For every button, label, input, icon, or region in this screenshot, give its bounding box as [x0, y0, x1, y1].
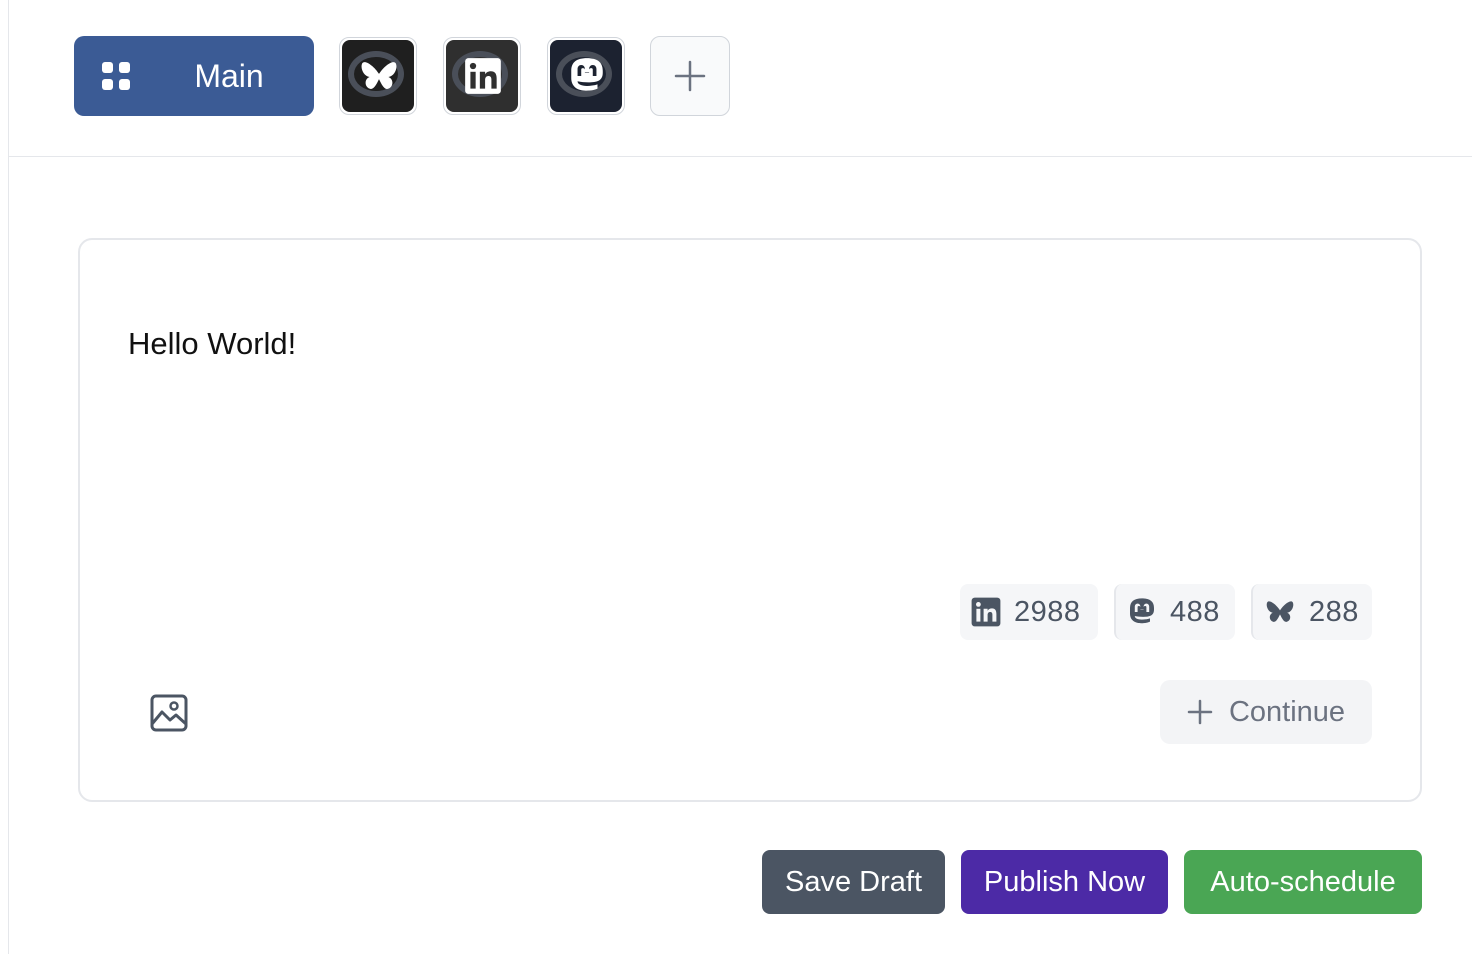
publish-now-button[interactable]: Publish Now [961, 850, 1168, 914]
add-account-button[interactable] [650, 36, 730, 116]
mastodon-char-counter: 488 [1114, 584, 1235, 640]
continue-label: Continue [1228, 695, 1346, 728]
linkedin-account-button[interactable] [443, 37, 521, 115]
continue-thread-button[interactable]: Continue [1160, 680, 1372, 744]
image-icon [150, 694, 188, 732]
grid-icon [102, 62, 130, 90]
mastodon-char-count: 488 [1170, 595, 1220, 628]
insert-media-button[interactable] [150, 694, 188, 732]
butterfly-icon [1266, 601, 1294, 622]
bluesky-char-count: 288 [1309, 595, 1359, 628]
main-tab-label: Main [194, 57, 264, 94]
linkedin-char-counter: 2988 [960, 584, 1098, 640]
plus-icon [674, 60, 706, 92]
main-tab[interactable]: Main [74, 36, 314, 116]
editor-text[interactable]: Hello World! [128, 326, 296, 362]
mastodon-icon [1130, 598, 1154, 624]
auto-schedule-button[interactable]: Auto-schedule [1184, 850, 1422, 914]
save-draft-button[interactable]: Save Draft [762, 850, 945, 914]
bluesky-account-button[interactable] [339, 37, 417, 115]
linkedin-icon [465, 58, 501, 94]
bluesky-char-counter: 288 [1251, 584, 1372, 640]
post-editor[interactable]: Hello World! 2988 488 288 Continue [78, 238, 1422, 802]
linkedin-icon [971, 597, 1001, 627]
mastodon-icon [571, 58, 603, 91]
mastodon-account-button[interactable] [547, 37, 625, 115]
linkedin-char-count: 2988 [1014, 595, 1081, 628]
plus-icon [1187, 699, 1213, 725]
butterfly-icon [361, 62, 397, 89]
